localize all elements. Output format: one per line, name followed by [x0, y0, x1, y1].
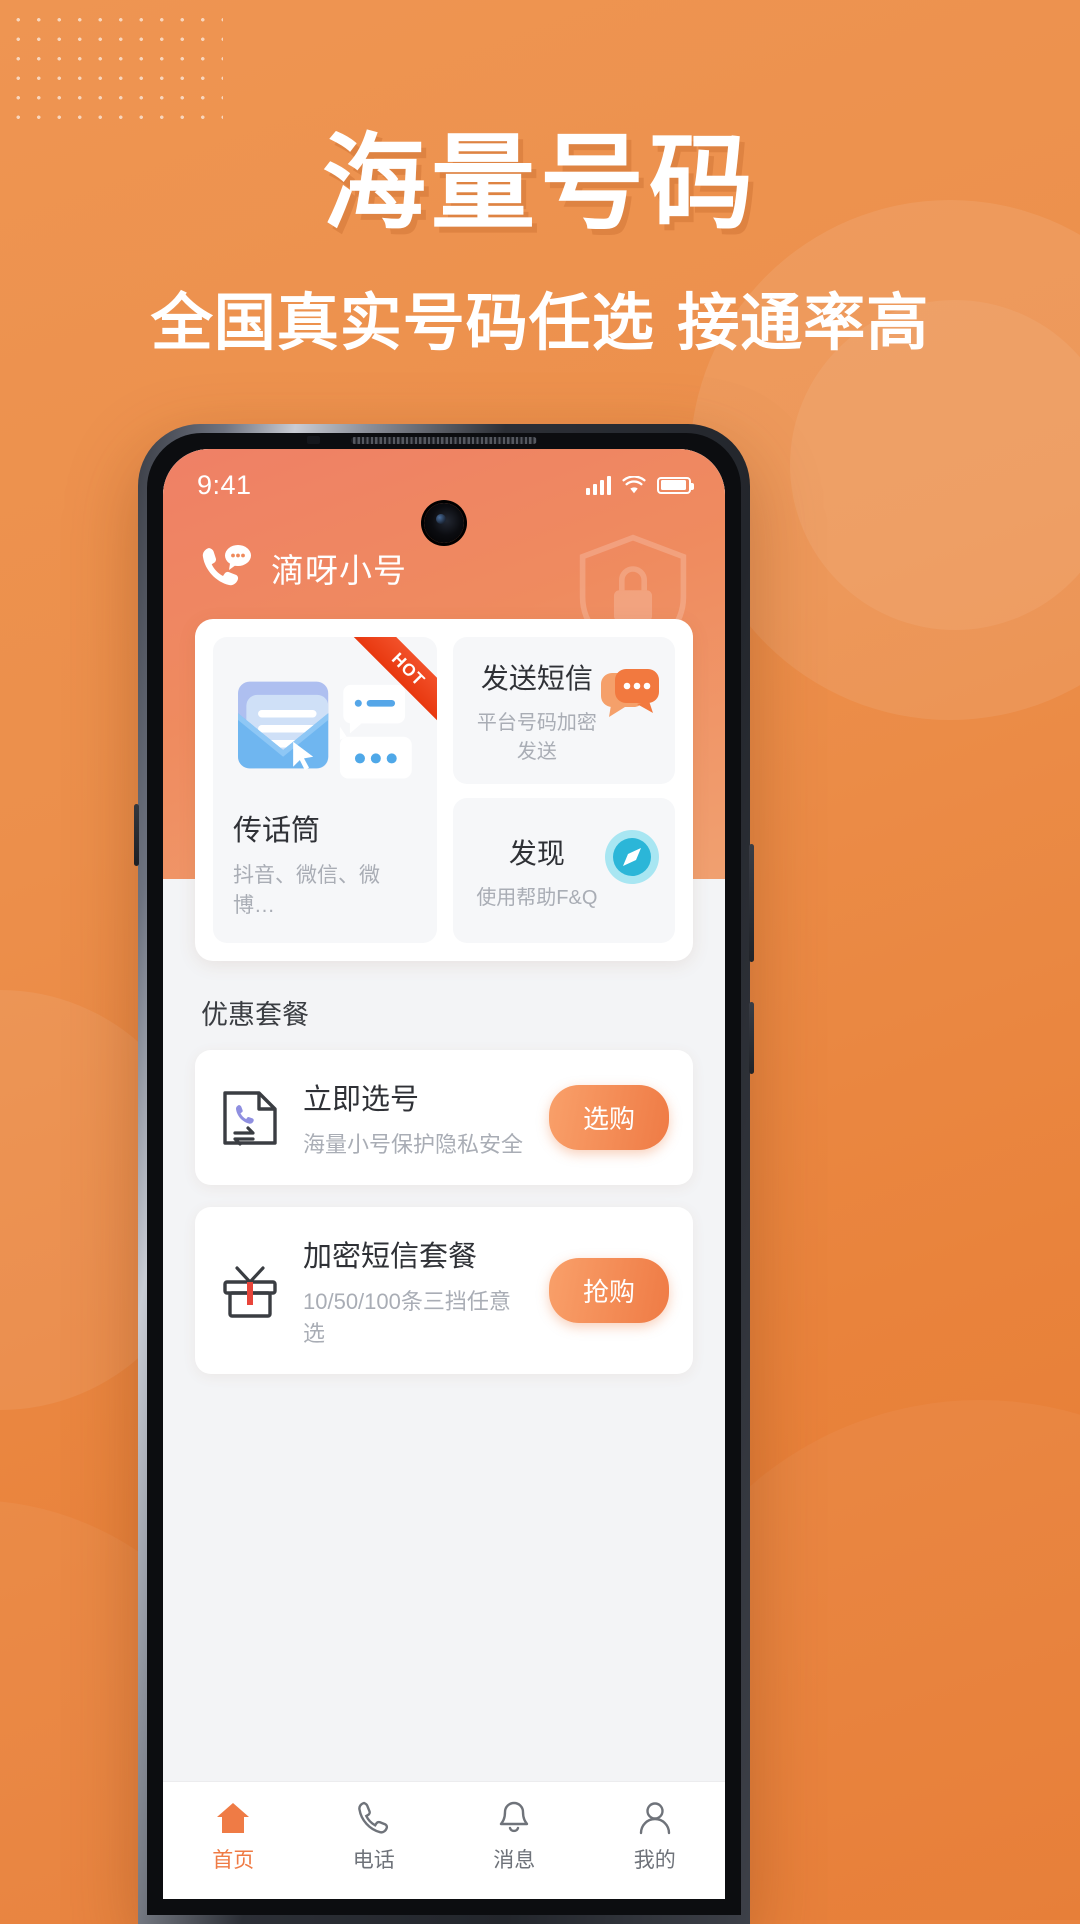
chat-bubbles-icon	[601, 669, 659, 717]
nav-item-profile[interactable]: 我的	[585, 1800, 726, 1874]
front-camera-icon	[424, 503, 464, 543]
nav-label: 我的	[633, 1848, 676, 1872]
main-content: HOT 传话筒 抖音、微信、微博… 发送短信 平台号码加密发送 发现 使用帮助F…	[163, 593, 725, 1396]
status-icons	[585, 475, 694, 495]
phone-icon	[357, 1801, 388, 1834]
side-button-left[interactable]	[134, 804, 139, 866]
send-sms-card-title: 发送短信	[480, 663, 593, 694]
nav-item-phone[interactable]: 电话	[304, 1800, 445, 1874]
package-name: 加密短信套餐	[303, 1241, 478, 1273]
megaphone-card[interactable]: HOT 传话筒 抖音、微信、微博…	[213, 637, 437, 943]
package-desc: 10/50/100条三挡任意选	[303, 1289, 511, 1346]
discover-card[interactable]: 发现 使用帮助F&Q	[452, 798, 675, 943]
app-screen: 9:41 滴呀小号 HOT 传话筒 抖音、微信、微博… 发送短信 平台号码加密发…	[163, 449, 725, 1899]
package-row-select-number[interactable]: 立即选号 海量小号保护隐私安全 选购	[195, 1050, 693, 1185]
wifi-icon	[622, 475, 646, 493]
gift-box-icon	[223, 1265, 277, 1318]
package-text: 加密短信套餐 10/50/100条三挡任意选	[303, 1233, 527, 1348]
person-icon	[639, 1801, 670, 1834]
home-icon	[217, 1802, 250, 1833]
nav-label: 消息	[493, 1848, 536, 1872]
package-buy-button[interactable]: 抢购	[548, 1258, 669, 1323]
proximity-sensor-icon	[307, 436, 320, 444]
nav-item-messages[interactable]: 消息	[444, 1800, 585, 1874]
discover-card-title: 发现	[508, 837, 565, 869]
phone-bezel: 9:41 滴呀小号 HOT 传话筒 抖音、微信、微博… 发送短信 平台号码加密发…	[147, 433, 741, 1915]
send-sms-card[interactable]: 发送短信 平台号码加密发送	[452, 637, 675, 784]
package-row-sms-bundle[interactable]: 加密短信套餐 10/50/100条三挡任意选 抢购	[195, 1207, 693, 1374]
package-name: 立即选号	[303, 1084, 420, 1116]
power-button[interactable]	[749, 1002, 754, 1074]
discover-card-subtitle: 使用帮助F&Q	[476, 886, 598, 909]
mini-card-column: 发送短信 平台号码加密发送 发现 使用帮助F&Q	[452, 637, 675, 943]
phone-screen: 9:41 滴呀小号 HOT 传话筒 抖音、微信、微博… 发送短信 平台号码加密发…	[163, 449, 725, 1899]
volume-button[interactable]	[749, 844, 754, 962]
phone-chat-logo-icon	[202, 545, 251, 586]
bell-icon	[500, 1801, 529, 1832]
compass-icon	[605, 830, 659, 884]
megaphone-card-title: 传话筒	[233, 815, 321, 847]
dot-grid-pattern	[8, 10, 223, 128]
promo-headline: 海量号码	[321, 122, 758, 244]
phone-frame: 9:41 滴呀小号 HOT 传话筒 抖音、微信、微博… 发送短信 平台号码加密发…	[134, 424, 754, 1924]
phone-card-swap-icon	[223, 1090, 277, 1146]
package-desc: 海量小号保护隐私安全	[303, 1132, 524, 1157]
signal-bars-icon	[585, 475, 611, 495]
battery-icon	[657, 476, 694, 494]
megaphone-card-subtitle: 抖音、微信、微博…	[233, 864, 380, 917]
envelope-message-icon	[233, 659, 417, 791]
nav-item-home[interactable]: 首页	[163, 1800, 304, 1874]
bottom-navigation: 首页 电话 消息 我的	[163, 1781, 725, 1899]
earpiece-speaker-icon	[351, 437, 537, 444]
app-title: 滴呀小号	[271, 552, 407, 589]
nav-label: 电话	[352, 1848, 395, 1872]
nav-label: 首页	[212, 1848, 255, 1872]
promo-subheadline: 全国真实号码任选 接通率高	[150, 286, 930, 359]
phone-mockup: 9:41 滴呀小号 HOT 传话筒 抖音、微信、微博… 发送短信 平台号码加密发…	[134, 424, 754, 1924]
send-sms-card-subtitle: 平台号码加密发送	[476, 712, 597, 763]
feature-panel: HOT 传话筒 抖音、微信、微博… 发送短信 平台号码加密发送 发现 使用帮助F…	[195, 619, 693, 961]
package-text: 立即选号 海量小号保护隐私安全	[303, 1076, 527, 1159]
package-buy-button[interactable]: 选购	[548, 1085, 669, 1150]
packages-section-title: 优惠套餐	[201, 1000, 309, 1030]
status-time: 9:41	[197, 469, 252, 500]
